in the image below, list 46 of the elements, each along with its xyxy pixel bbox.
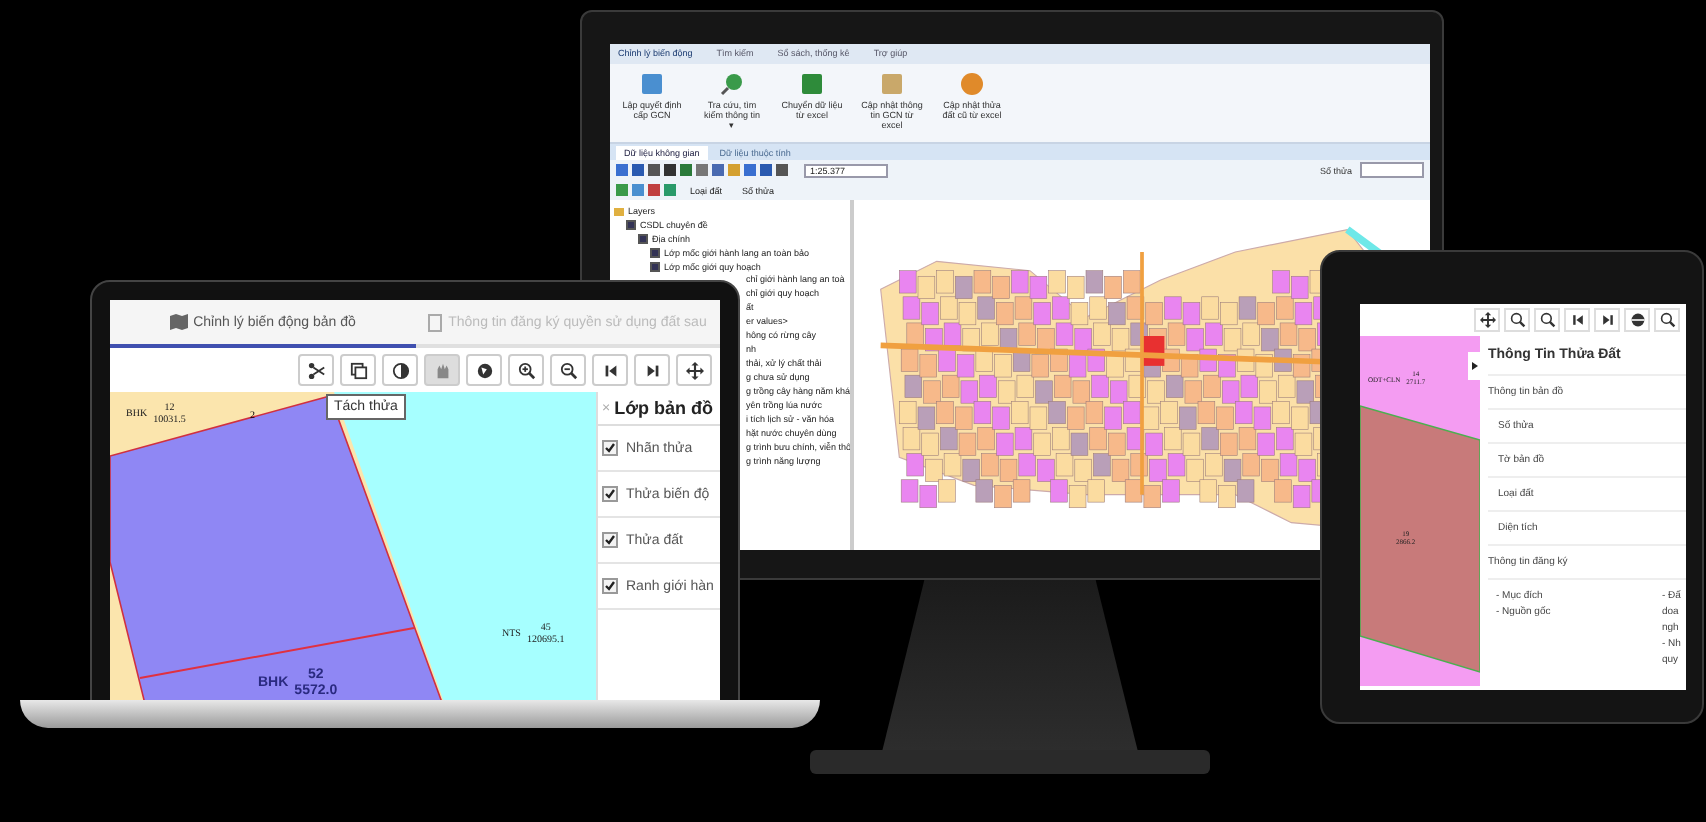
toolbar-button[interactable] xyxy=(1504,308,1530,332)
hand-icon xyxy=(433,361,451,379)
pan-icon xyxy=(1479,312,1495,328)
toolbar-button[interactable] xyxy=(508,354,544,386)
zoom-out-icon xyxy=(1659,312,1675,328)
layer-checkbox[interactable] xyxy=(602,440,618,456)
contrast-icon xyxy=(391,361,409,379)
toolbar-button[interactable] xyxy=(298,354,334,386)
parcel-number-field[interactable] xyxy=(1360,162,1424,178)
layer-checkbox[interactable] xyxy=(650,262,660,272)
folder-icon xyxy=(614,207,624,215)
split-icon xyxy=(307,361,325,379)
pan-icon xyxy=(685,361,703,379)
toolbar-button[interactable] xyxy=(676,354,712,386)
map-icon xyxy=(169,314,188,330)
zoom-in-icon xyxy=(517,361,535,379)
toolbar-button[interactable] xyxy=(1474,308,1500,332)
zoom-out-icon xyxy=(559,361,577,379)
search-icon xyxy=(720,72,744,96)
layer-checkbox[interactable] xyxy=(638,234,648,244)
toolbar-button[interactable] xyxy=(1654,308,1680,332)
zoom-out-icon xyxy=(1539,312,1555,328)
skip-forward-icon xyxy=(643,361,661,379)
toolbar-button[interactable] xyxy=(1564,308,1590,332)
toolbar-icons-drawing xyxy=(616,183,676,197)
zoom-in-icon xyxy=(1509,312,1525,328)
collapse-icon[interactable] xyxy=(1468,352,1482,380)
toolbar-button[interactable] xyxy=(340,354,376,386)
layer-checkbox[interactable] xyxy=(602,578,618,594)
toolbar-button[interactable] xyxy=(550,354,586,386)
panel-title: Lớp bản đồ xyxy=(614,398,713,418)
toolbar-button[interactable] xyxy=(1624,308,1650,332)
layer-checkbox[interactable] xyxy=(650,248,660,258)
toolbar-button[interactable] xyxy=(466,354,502,386)
layer-checkbox[interactable] xyxy=(602,532,618,548)
toolbar-button[interactable] xyxy=(592,354,628,386)
layer-checkbox[interactable] xyxy=(602,486,618,502)
toolbar-button[interactable] xyxy=(634,354,670,386)
layer-checkbox[interactable] xyxy=(626,220,636,230)
toolbar-button[interactable] xyxy=(1534,308,1560,332)
skip-forward-icon xyxy=(1599,312,1615,328)
toolbar-button[interactable] xyxy=(382,354,418,386)
skip-back-icon xyxy=(1569,312,1585,328)
toolbar-button[interactable] xyxy=(1594,308,1620,332)
copy-icon xyxy=(349,361,367,379)
skip-back-icon xyxy=(601,361,619,379)
